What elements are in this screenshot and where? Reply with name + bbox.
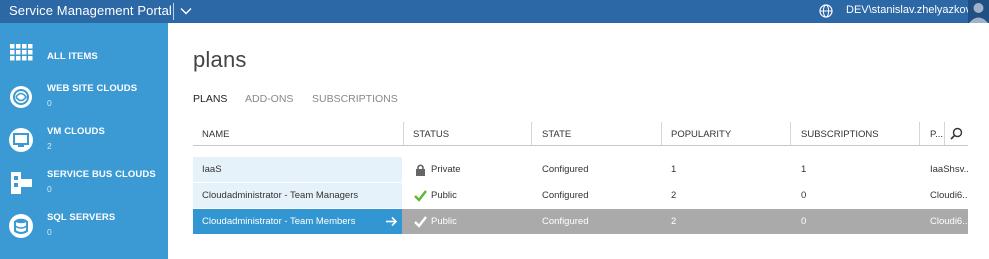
plan-name[interactable]: Cloudadministrator - Team Managers [202, 190, 358, 201]
plan-p: IaaShsv... [930, 164, 968, 175]
database-icon [9, 214, 33, 238]
app-title[interactable]: Service Management Portal [9, 3, 172, 18]
check-icon [414, 190, 427, 202]
sidebar-item-label: SQL SERVERS [47, 212, 116, 223]
column-divider [531, 122, 532, 145]
table-row[interactable]: IaaS Private Configured 1 1 IaaShsv... [193, 157, 968, 182]
page-title: plans [193, 47, 247, 72]
globe-icon[interactable] [819, 4, 833, 18]
sidebar-item-web-site-clouds[interactable]: WEB SITE CLOUDS 0 [0, 75, 168, 118]
sidebar-item-vm-clouds[interactable]: VM CLOUDS 2 [0, 118, 168, 161]
arrow-right-icon[interactable] [385, 215, 398, 228]
plan-name[interactable]: IaaS [202, 164, 222, 175]
search-icon[interactable] [950, 127, 963, 140]
column-header-state[interactable]: STATE [542, 129, 571, 140]
plan-status: Public [431, 190, 457, 201]
plan-p: Cloudi6... [930, 216, 968, 227]
user-name[interactable]: DEV\stanislav.zhelyazkov [846, 4, 971, 16]
sidebar: ALL ITEMS WEB SITE CLOUDS 0 VM CLOUDS 2 … [0, 23, 168, 259]
column-header-popularity[interactable]: POPULARITY [671, 129, 731, 140]
sidebar-item-label: WEB SITE CLOUDS [47, 83, 138, 94]
service-bus-icon [11, 172, 32, 194]
user-avatar-icon [969, 3, 988, 23]
column-header-name[interactable]: NAME [202, 129, 229, 140]
sidebar-item-count: 0 [47, 227, 52, 237]
column-header-p[interactable]: P... [930, 129, 948, 140]
plan-subscriptions: 0 [801, 190, 807, 201]
lock-icon [416, 164, 425, 176]
table-row[interactable]: Cloudadministrator - Team Managers Publi… [193, 183, 968, 208]
top-bar: Service Management Portal DEV\stanislav.… [0, 0, 989, 23]
tab-plans[interactable]: PLANS [193, 93, 227, 105]
sidebar-item-count: 2 [47, 141, 52, 151]
sidebar-item-count: 0 [47, 98, 52, 108]
plans-table: NAME STATUS STATE POPULARITY SUBSCRIPTIO… [193, 122, 968, 234]
sidebar-item-service-bus-clouds[interactable]: SERVICE BUS CLOUDS 0 [0, 161, 168, 204]
table-header: NAME STATUS STATE POPULARITY SUBSCRIPTIO… [193, 122, 968, 146]
title-divider [173, 3, 174, 20]
plan-status: Public [431, 216, 457, 227]
avatar[interactable] [968, 0, 989, 23]
plan-name[interactable]: Cloudadministrator - Team Members [202, 216, 355, 227]
column-header-status[interactable]: STATUS [413, 129, 449, 140]
column-header-subscriptions[interactable]: SUBSCRIPTIONS [801, 129, 879, 140]
main-content: plans PLANS ADD-ONS SUBSCRIPTIONS NAME S… [168, 23, 989, 259]
plan-subscriptions: 1 [801, 164, 807, 175]
column-divider [661, 122, 662, 145]
column-divider [919, 122, 920, 145]
chevron-down-icon[interactable] [180, 5, 192, 17]
plan-popularity: 1 [671, 164, 677, 175]
tab-add-ons[interactable]: ADD-ONS [245, 93, 293, 105]
plan-state: Configured [542, 216, 589, 227]
sidebar-item-sql-servers[interactable]: SQL SERVERS 0 [0, 204, 168, 247]
plan-status: Private [431, 164, 461, 175]
sidebar-item-label: ALL ITEMS [47, 51, 98, 62]
column-divider [403, 122, 404, 145]
plan-p: Cloudi6... [930, 190, 968, 201]
plan-popularity: 2 [671, 216, 677, 227]
sidebar-item-all-items[interactable]: ALL ITEMS [0, 31, 168, 74]
name-cell-background [193, 157, 402, 182]
plan-state: Configured [542, 190, 589, 201]
column-divider [944, 122, 945, 145]
sidebar-item-label: VM CLOUDS [47, 126, 105, 137]
sidebar-item-label: SERVICE BUS CLOUDS [47, 169, 156, 180]
column-divider [790, 122, 791, 145]
check-icon [414, 216, 427, 228]
plan-subscriptions: 0 [801, 216, 807, 227]
table-row[interactable]: Cloudadministrator - Team Members Public… [193, 209, 968, 234]
sidebar-item-count: 0 [47, 184, 52, 194]
plan-popularity: 2 [671, 190, 677, 201]
grid-icon [10, 44, 33, 61]
monitor-icon [9, 128, 33, 152]
website-icon [10, 86, 32, 108]
plan-state: Configured [542, 164, 589, 175]
tab-subscriptions[interactable]: SUBSCRIPTIONS [312, 93, 398, 105]
